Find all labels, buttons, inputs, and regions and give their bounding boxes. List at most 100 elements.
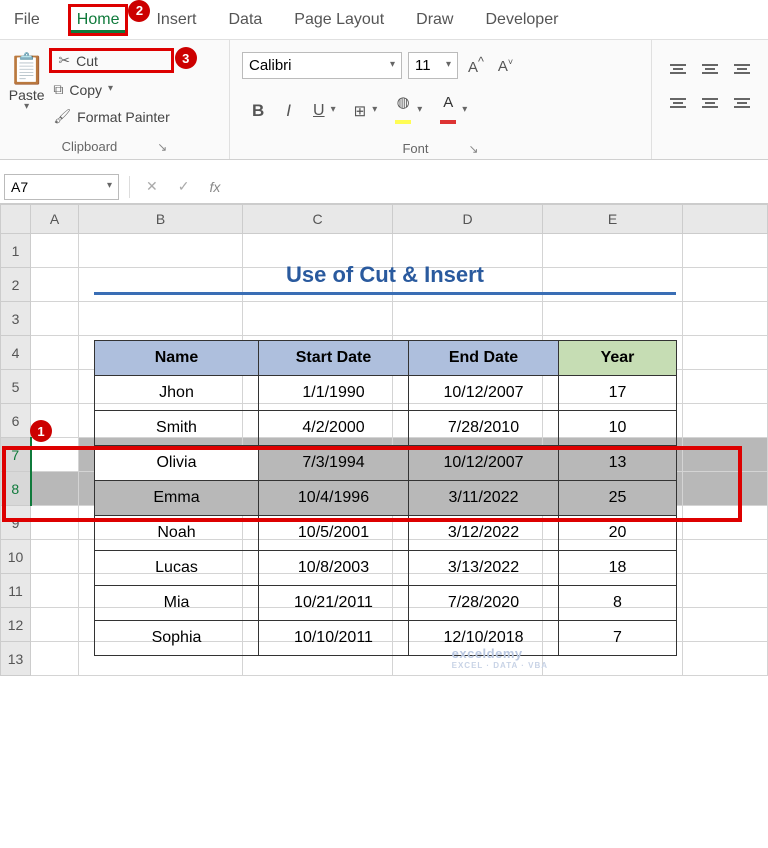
chevron-down-icon[interactable]: ▾ xyxy=(417,104,422,115)
select-all-button[interactable] xyxy=(1,205,31,234)
align-top-button[interactable] xyxy=(666,56,690,82)
title-underline xyxy=(94,292,676,295)
cell-A8[interactable] xyxy=(31,472,79,506)
format-painter-label: Format Painter xyxy=(77,109,170,125)
font-name-select[interactable]: Calibri ▾ xyxy=(242,52,402,79)
badge-1: 1 xyxy=(30,420,52,442)
table-row: Olivia7/3/199410/12/200713 xyxy=(95,446,677,481)
enter-formula-button[interactable]: ✓ xyxy=(168,178,200,195)
cell-A13[interactable] xyxy=(31,642,79,676)
cell-A2[interactable] xyxy=(31,268,79,302)
format-painter-button[interactable]: 🖌 Format Painter xyxy=(49,106,173,127)
tab-draw[interactable]: Draw xyxy=(412,3,457,37)
col-header-E[interactable]: E xyxy=(543,205,683,234)
cell-A4[interactable] xyxy=(31,336,79,370)
formula-bar: A7 ▾ ✕ ✓ fx xyxy=(0,170,768,204)
font-size-select[interactable]: 11 ▾ xyxy=(408,52,458,79)
dialog-launcher-icon[interactable]: ↘ xyxy=(468,142,478,156)
header-name: Name xyxy=(95,341,259,376)
copy-icon: ⧉ xyxy=(53,81,63,98)
name-box[interactable]: A7 ▾ xyxy=(4,174,119,200)
italic-button[interactable]: I xyxy=(282,99,295,123)
cell-A9[interactable] xyxy=(31,506,79,540)
cell-B3[interactable] xyxy=(79,302,243,336)
table-row: Lucas10/8/20033/13/202218 xyxy=(95,551,677,586)
tab-insert[interactable]: Insert xyxy=(152,3,200,37)
table-row: Emma10/4/19963/11/202225 xyxy=(95,481,677,516)
name-box-value: A7 xyxy=(11,179,28,195)
align-left-button[interactable] xyxy=(666,90,690,116)
decrease-font-button[interactable]: A˅ xyxy=(494,55,517,77)
row-header-13[interactable]: 13 xyxy=(1,642,31,676)
tab-file[interactable]: File xyxy=(10,3,44,37)
tab-home[interactable]: Home xyxy=(68,4,129,36)
row-header-6[interactable]: 6 xyxy=(1,404,31,438)
cell-A12[interactable] xyxy=(31,608,79,642)
copy-label: Copy xyxy=(69,82,102,98)
fx-button[interactable]: fx xyxy=(199,179,230,195)
align-center-button[interactable] xyxy=(698,90,722,116)
cell-A10[interactable] xyxy=(31,540,79,574)
cell-A3[interactable] xyxy=(31,302,79,336)
bold-button[interactable]: B xyxy=(248,99,268,123)
table-row: Noah10/5/20013/12/202220 xyxy=(95,516,677,551)
row-header-12[interactable]: 12 xyxy=(1,608,31,642)
tab-page-layout[interactable]: Page Layout xyxy=(290,3,388,37)
copy-button[interactable]: ⧉ Copy ▾ xyxy=(49,79,173,100)
table-row: Smith4/2/20007/28/201010 xyxy=(95,411,677,446)
sheet-title: Use of Cut & Insert xyxy=(94,262,676,295)
row-header-1[interactable]: 1 xyxy=(1,234,31,268)
row-header-4[interactable]: 4 xyxy=(1,336,31,370)
cut-button[interactable]: ✂ Cut 3 xyxy=(49,48,173,73)
row-header-2[interactable]: 2 xyxy=(1,268,31,302)
cell-D3[interactable] xyxy=(393,302,543,336)
row-header-8[interactable]: 8 xyxy=(1,472,31,506)
clipboard-group-label: Clipboard xyxy=(62,139,118,154)
row-header-7[interactable]: 7 xyxy=(1,438,31,472)
font-color-button[interactable]: A xyxy=(436,92,460,130)
cell-A11[interactable] xyxy=(31,574,79,608)
chevron-down-icon[interactable]: ▾ xyxy=(372,104,377,115)
chevron-down-icon[interactable]: ▾ xyxy=(462,104,467,115)
col-header-D[interactable]: D xyxy=(393,205,543,234)
row-header-3[interactable]: 3 xyxy=(1,302,31,336)
header-end-date: End Date xyxy=(409,341,559,376)
row-header-11[interactable]: 11 xyxy=(1,574,31,608)
col-header-A[interactable]: A xyxy=(31,205,79,234)
table-row: Mia10/21/20117/28/20208 xyxy=(95,586,677,621)
spreadsheet-grid: ABCDE12345678910111213 Use of Cut & Inse… xyxy=(0,204,768,676)
cell-A7[interactable] xyxy=(31,438,79,472)
cell-A5[interactable] xyxy=(31,370,79,404)
underline-button[interactable]: U xyxy=(309,100,329,122)
cell-E3[interactable] xyxy=(543,302,683,336)
cancel-formula-button[interactable]: ✕ xyxy=(136,178,168,195)
align-middle-button[interactable] xyxy=(698,56,722,82)
badge-3: 3 xyxy=(175,47,197,69)
row-header-9[interactable]: 9 xyxy=(1,506,31,540)
col-header-B[interactable]: B xyxy=(79,205,243,234)
font-color-chip xyxy=(440,120,456,124)
col-header-C[interactable]: C xyxy=(243,205,393,234)
sheet-title-text: Use of Cut & Insert xyxy=(94,262,676,288)
row-header-5[interactable]: 5 xyxy=(1,370,31,404)
row-header-10[interactable]: 10 xyxy=(1,540,31,574)
fill-color-button[interactable]: ◍ xyxy=(391,91,415,130)
scissors-icon: ✂ xyxy=(58,52,70,69)
increase-font-button[interactable]: A^ xyxy=(464,53,488,78)
dialog-launcher-icon[interactable]: ↘ xyxy=(157,140,167,154)
paste-button[interactable]: 📋 Paste ▾ xyxy=(8,44,45,112)
cut-label: Cut xyxy=(76,53,98,69)
table-row: Jhon1/1/199010/12/200717 xyxy=(95,376,677,411)
align-right-button[interactable] xyxy=(730,90,754,116)
tab-developer[interactable]: Developer xyxy=(481,3,562,37)
cell-A1[interactable] xyxy=(31,234,79,268)
chevron-down-icon[interactable]: ▾ xyxy=(331,104,336,115)
badge-2: 2 xyxy=(128,0,150,22)
chevron-down-icon: ▾ xyxy=(446,59,451,70)
align-bottom-button[interactable] xyxy=(730,56,754,82)
cell-C3[interactable] xyxy=(243,302,393,336)
font-name-value: Calibri xyxy=(249,57,292,74)
tab-data[interactable]: Data xyxy=(224,3,266,37)
border-button[interactable]: ⊞ xyxy=(350,100,371,122)
table-row: Sophia10/10/201112/10/20187 xyxy=(95,621,677,656)
